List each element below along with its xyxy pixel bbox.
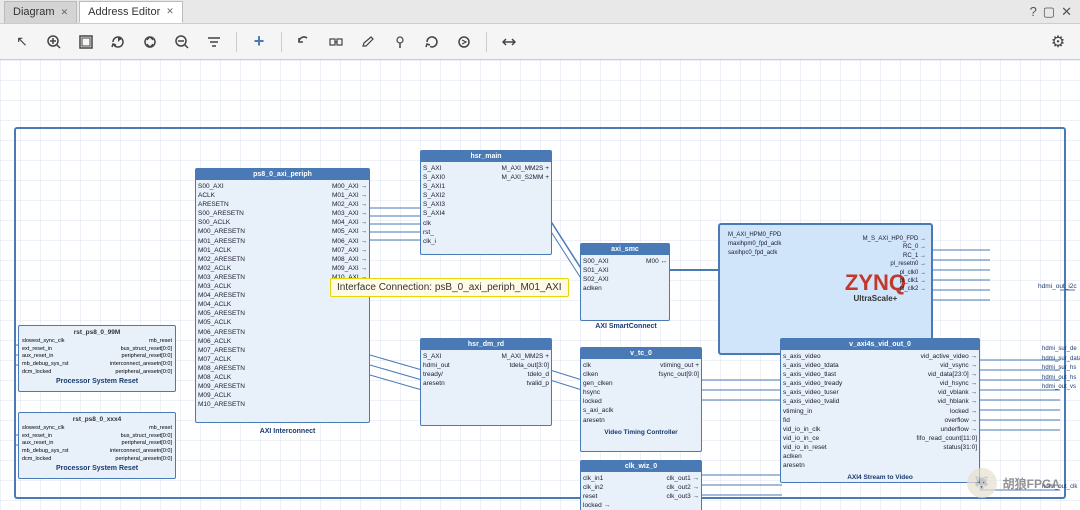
canvas[interactable]: Interface Connection: psB_0_axi_periph_M… [0, 60, 1080, 510]
ps8-axi-periph-title: ps8_0_axi_periph [196, 169, 369, 180]
regenerate-button[interactable] [104, 28, 132, 56]
sep1 [236, 32, 237, 52]
clk-wiz-title: clk_wiz_0 [581, 461, 701, 472]
vaxi4s-title: v_axi4s_vid_out_0 [781, 339, 979, 350]
vtc-title: v_tc_0 [581, 348, 701, 359]
vaxi4s-label: AXI4 Stream to Video [781, 474, 979, 481]
axi-smartconnect-label: AXI SmartConnect [582, 323, 670, 330]
restore-icon[interactable]: ▢ [1043, 4, 1055, 20]
rst-99m-title: rst_ps8_0_99M [22, 329, 172, 336]
layout-button[interactable] [136, 28, 164, 56]
tab-diagram-label: Diagram [13, 6, 55, 18]
fit-button[interactable] [72, 28, 100, 56]
watermark-icon: 🐺 [967, 468, 997, 498]
edit-button[interactable] [354, 28, 382, 56]
watermark: 🐺 胡狼FPGA [967, 468, 1060, 498]
tab-address-editor[interactable]: Address Editor ✕ [79, 1, 183, 23]
output-labels: hdmi_sur_de hdmi_sur_data[23:0] hdmi_sur… [1042, 345, 1080, 393]
rst-99m-proc-label: Processor System Reset [22, 378, 172, 385]
vaxi4s-block[interactable]: v_axi4s_vid_out_0 s_axis_videovid_active… [780, 338, 980, 483]
tcl-button[interactable] [450, 28, 478, 56]
connection-tooltip: Interface Connection: psB_0_axi_periph_M… [330, 278, 569, 297]
rst-xxx4-proc-label: Processor System Reset [22, 465, 172, 472]
title-bar: Diagram ✕ Address Editor ✕ ? ▢ ✕ [0, 0, 1080, 24]
sep3 [486, 32, 487, 52]
clk-wiz-block[interactable]: clk_wiz_0 clk_in1clk_out1 → clk_in2clk_o… [580, 460, 702, 510]
title-icons: ? ▢ ✕ [1030, 4, 1076, 20]
filter-button[interactable] [200, 28, 228, 56]
tab-diagram-close[interactable]: ✕ [61, 7, 69, 18]
zoom-in-button[interactable] [40, 28, 68, 56]
rst-ps8-xxx4-block[interactable]: rst_ps8_0_xxx4 slowest_sync_clkmb_reset … [18, 412, 176, 479]
watermark-text: 胡狼FPGA [1003, 475, 1060, 492]
vtc-block[interactable]: v_tc_0 clkvtiming_out + clkenfsync_out[9… [580, 347, 702, 452]
hsr-dm-rd-block[interactable]: hsr_dm_rd S_AXIM_AXI_MM2S + hdmi_outtdel… [420, 338, 552, 426]
hdmi-out-i2c-label: hdmi_out_i2c [1038, 283, 1077, 290]
rst-xxx4-title: rst_ps8_0_xxx4 [22, 416, 172, 423]
undo-button[interactable] [290, 28, 318, 56]
pin-button[interactable] [386, 28, 414, 56]
hsr-main-title: hsr_main [421, 151, 551, 162]
gear-button[interactable]: ⚙ [1044, 28, 1072, 56]
hsr-main-block[interactable]: hsr_main S_AXIM_AXI_MM2S + S_AXI0M_AXI_S… [420, 150, 552, 255]
route-button[interactable] [495, 28, 523, 56]
vtc-label: Video Timing Controller [581, 429, 701, 436]
hsr-dm-rd-title: hsr_dm_rd [421, 339, 551, 350]
zoom-area-button[interactable] [168, 28, 196, 56]
zynq-block[interactable]: M_AXI_HPM0_FPD maxihpm0_fpd_aclk saxihpc… [718, 223, 933, 355]
axi-smc-title: axi_smc [581, 244, 669, 255]
tab-address-editor-label: Address Editor [88, 6, 160, 18]
sep2 [281, 32, 282, 52]
validate-button[interactable] [418, 28, 446, 56]
run-connection-button[interactable] [322, 28, 350, 56]
axi-smc-block[interactable]: axi_smc S00_AXIM00 ↔ S01_AXI S02_AXI acl… [580, 243, 670, 321]
toolbar: ↖ + ⚙ [0, 24, 1080, 60]
axi-interconnect-label: AXI Interconnect [210, 428, 365, 435]
add-ip-button[interactable]: + [245, 28, 273, 56]
tab-diagram[interactable]: Diagram ✕ [4, 1, 77, 23]
rst-ps8-99m-block[interactable]: rst_ps8_0_99M slowest_sync_clkmb_reset e… [18, 325, 176, 392]
tab-address-editor-close[interactable]: ✕ [166, 6, 174, 17]
pointer-button[interactable]: ↖ [8, 28, 36, 56]
help-icon[interactable]: ? [1030, 4, 1037, 19]
close-icon[interactable]: ✕ [1061, 4, 1072, 20]
